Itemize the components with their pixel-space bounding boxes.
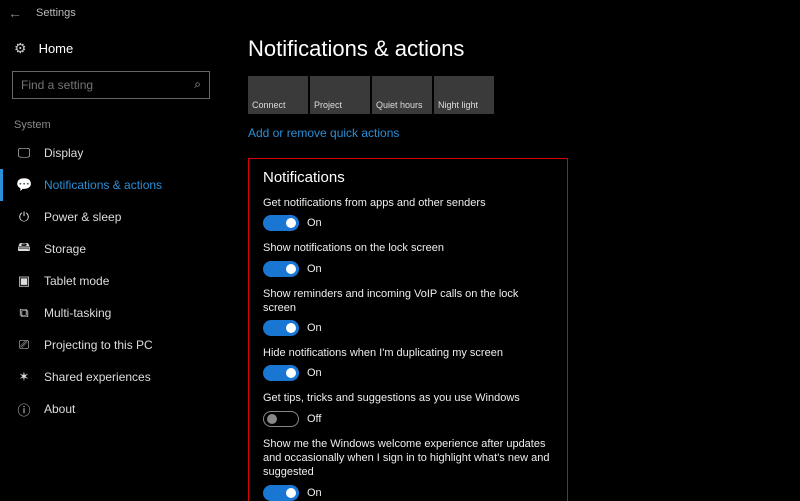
setting-item: Show me the Windows welcome experience a… [263,437,553,501]
nav-icon: ⧉ [16,305,32,321]
notifications-heading: Notifications [263,169,553,186]
toggle-state: On [307,487,322,499]
nav-item-power-sleep[interactable]: ⏻ Power & sleep [12,201,210,233]
nav-item-shared-experiences[interactable]: ✶ Shared experiences [12,361,210,393]
toggle-row: On [263,261,553,277]
home-label: Home [39,41,74,56]
gear-icon: ⚙ [14,40,27,57]
setting-item: Get tips, tricks and suggestions as you … [263,391,553,426]
toggle-state: On [307,217,322,229]
nav-icon: 🖵 [16,145,32,161]
nav-item-about[interactable]: ⓘ About [12,393,210,425]
quick-actions-link[interactable]: Add or remove quick actions [248,126,780,140]
toggle[interactable] [263,261,299,277]
nav-icon: 💬 [16,177,32,193]
toggle-state: On [307,367,322,379]
nav-icon: ✶ [16,369,32,385]
nav-icon: ⓘ [16,400,32,419]
setting-label: Show reminders and incoming VoIP calls o… [263,287,553,316]
section-label: System [14,119,210,131]
toggle-state: On [307,322,322,334]
nav-item-storage[interactable]: 🖴 Storage [12,233,210,265]
setting-label: Get notifications from apps and other se… [263,196,553,210]
nav-label: Multi-tasking [44,306,111,320]
sidebar: ⚙ Home ⌕ System 🖵 Display 💬 Notifications &… [0,26,222,501]
setting-label: Get tips, tricks and suggestions as you … [263,391,553,405]
page-title: Notifications & actions [248,36,780,62]
toggle[interactable] [263,411,299,427]
main-content: Notifications & actions ConnectProjectQu… [222,26,800,501]
setting-item: Hide notifications when I'm duplicating … [263,346,553,381]
setting-label: Hide notifications when I'm duplicating … [263,346,553,360]
tile-quiet-hours[interactable]: Quiet hours [372,76,432,114]
toggle-knob [286,368,296,378]
nav-icon: ⏻ [16,209,32,225]
toggle-knob [286,488,296,498]
nav-item-multi-tasking[interactable]: ⧉ Multi-tasking [12,297,210,329]
toggle-row: On [263,215,553,231]
toggle-knob [267,414,277,424]
toggle-knob [286,218,296,228]
toggle-state: Off [307,413,321,425]
settings-list: Get notifications from apps and other se… [263,196,553,501]
search-icon: ⌕ [194,77,201,92]
toggle-knob [286,264,296,274]
search-input[interactable] [13,72,183,98]
home-button[interactable]: ⚙ Home [12,36,210,71]
toggle[interactable] [263,215,299,231]
tile-connect[interactable]: Connect [248,76,308,114]
toggle[interactable] [263,485,299,501]
nav-item-notifications-actions[interactable]: 💬 Notifications & actions [0,169,210,201]
nav-label: About [44,402,75,416]
nav-label: Notifications & actions [44,178,162,192]
toggle-state: On [307,263,322,275]
nav-label: Projecting to this PC [44,338,153,352]
toggle[interactable] [263,320,299,336]
nav-label: Shared experiences [44,370,151,384]
quick-action-tiles: ConnectProjectQuiet hoursNight light [248,76,780,114]
nav-label: Display [44,146,83,160]
toggle-row: On [263,365,553,381]
tile-project[interactable]: Project [310,76,370,114]
nav-item-projecting-to-this-pc[interactable]: ⎚ Projecting to this PC [12,329,210,361]
nav-icon: 🖴 [16,238,32,260]
notifications-section: Notifications Get notifications from app… [248,158,568,501]
nav-icon: ⎚ [16,337,32,353]
toggle-row: On [263,485,553,501]
setting-item: Show reminders and incoming VoIP calls o… [263,287,553,337]
setting-item: Get notifications from apps and other se… [263,196,553,231]
setting-item: Show notifications on the lock screen On [263,241,553,276]
window-title: Settings [36,7,76,19]
nav-item-tablet-mode[interactable]: ▣ Tablet mode [12,265,210,297]
search-box[interactable]: ⌕ [12,71,210,99]
nav-label: Power & sleep [44,210,121,224]
toggle[interactable] [263,365,299,381]
toggle-row: On [263,320,553,336]
setting-label: Show me the Windows welcome experience a… [263,437,553,480]
back-icon[interactable]: ← [8,5,22,21]
nav-list: 🖵 Display 💬 Notifications & actions ⏻ Power &… [12,137,210,425]
nav-label: Storage [44,242,86,256]
setting-label: Show notifications on the lock screen [263,241,553,255]
nav-icon: ▣ [16,273,32,289]
nav-label: Tablet mode [44,274,109,288]
nav-item-display[interactable]: 🖵 Display [12,137,210,169]
toggle-knob [286,323,296,333]
tile-night-light[interactable]: Night light [434,76,494,114]
toggle-row: Off [263,411,553,427]
title-bar: ← Settings [0,0,800,26]
